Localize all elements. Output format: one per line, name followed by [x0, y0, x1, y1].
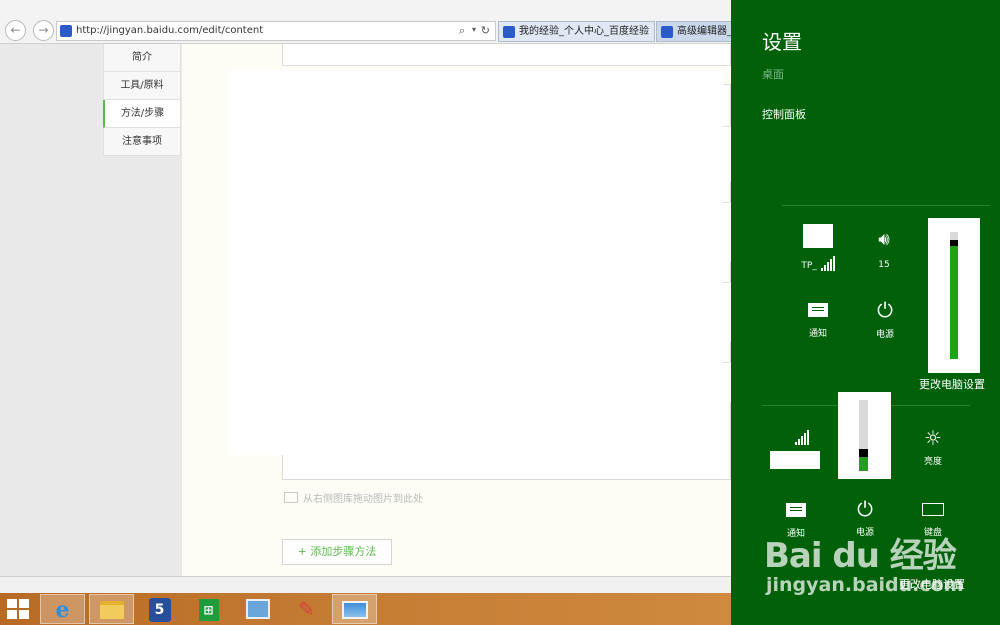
brightness-icon: ☼: [924, 426, 942, 450]
panel-edge-mark: [723, 126, 731, 182]
volume-slider-thumb[interactable]: [859, 449, 868, 457]
volume-slider[interactable]: [928, 218, 980, 373]
internet-explorer-icon: e: [55, 597, 70, 623]
taskbar-app-5[interactable]: 5: [137, 594, 182, 624]
taskbar: e 5 ⊞ ✎: [0, 593, 731, 625]
network-name-box: [770, 451, 820, 469]
address-url: http://jingyan.baidu.com/edit/content: [76, 25, 264, 36]
paint-icon: ✎: [298, 597, 315, 621]
intro-editor-box[interactable]: [282, 44, 731, 66]
taskbar-paint[interactable]: ✎: [284, 594, 329, 624]
volume-slider-thumb[interactable]: [950, 240, 958, 246]
photo-viewer-icon: [341, 601, 368, 619]
network-tile-2[interactable]: [769, 430, 821, 469]
notifications-label: 通知: [808, 329, 827, 339]
power-icon: ⏻: [857, 497, 873, 521]
baidu-jingyan-logo: Bai du 经验: [764, 536, 957, 576]
notifications-tile[interactable]: 通知: [797, 303, 839, 339]
address-bar[interactable]: http://jingyan.baidu.com/edit/content ⌕ …: [56, 21, 496, 41]
tab-my-experience[interactable]: 我的经验_个人中心_百度经验: [498, 21, 655, 42]
side-nav: 简介 工具/原料 方法/步骤 注意事项: [103, 44, 181, 156]
windows-start-icon[interactable]: [7, 599, 29, 619]
notifications-icon: [786, 503, 806, 517]
folder-icon: [99, 601, 124, 619]
favicon-icon: [503, 26, 515, 38]
taskbar-explorer[interactable]: [89, 594, 134, 624]
brightness-label: 亮度: [923, 457, 942, 467]
brightness-tile[interactable]: ☼ 亮度: [911, 427, 955, 467]
side-nav-item-steps[interactable]: 方法/步骤: [103, 100, 181, 128]
side-nav-item-notes[interactable]: 注意事项: [103, 128, 181, 156]
notifications-icon: [808, 303, 828, 317]
browser-toolbar: ← → http://jingyan.baidu.com/edit/conten…: [0, 0, 731, 44]
baidu-watermark: Bai du 经验 jingyan.baidu.com: [764, 528, 964, 604]
divider: [782, 205, 990, 206]
volume-slider-fill: [950, 242, 958, 359]
add-step-button[interactable]: + 添加步骤方法: [282, 539, 392, 565]
panel-edge-mark: [723, 202, 731, 262]
taskbar-ie[interactable]: e: [40, 594, 85, 624]
signal-bars-icon: [769, 430, 821, 445]
arrow-right-icon: →: [38, 23, 49, 37]
favicon-icon: [60, 25, 72, 37]
taskbar-store[interactable]: ⊞: [186, 594, 231, 624]
power-label: 电源: [875, 330, 894, 340]
power-tile[interactable]: ⏻ 电源: [865, 299, 905, 340]
charm-title: 设置: [762, 30, 802, 54]
image-icon: [284, 492, 298, 503]
side-nav-item-tools[interactable]: 工具/原料: [103, 72, 181, 100]
side-nav-item-intro[interactable]: 简介: [103, 44, 181, 72]
refresh-icon[interactable]: ↻: [481, 24, 490, 37]
forward-button[interactable]: →: [33, 20, 54, 41]
image-overlay-panel: [228, 71, 724, 455]
signal-bars-icon: [820, 256, 835, 271]
tab-title: 我的经验_个人中心_百度经验: [519, 26, 649, 37]
panel-edge-mark: [723, 282, 731, 342]
app-5-icon: 5: [148, 598, 171, 622]
watermark-url: jingyan.baidu.com: [766, 574, 964, 596]
store-icon: ⊞: [198, 599, 219, 621]
volume-slider-2[interactable]: [838, 392, 891, 479]
drag-hint-text: 从右侧图库拖动图片到此处: [303, 494, 423, 505]
keyboard-icon: [922, 503, 944, 516]
tab-advanced-editor[interactable]: 高级编辑器_百: [656, 21, 731, 42]
drag-image-hint: 从右侧图库拖动图片到此处: [284, 490, 423, 505]
tab-title: 高级编辑器_百: [677, 26, 731, 37]
charm-desktop-label: 桌面: [762, 68, 784, 81]
network-icon: [803, 224, 833, 248]
page-content: 简介 工具/原料 方法/步骤 注意事项 从右侧图库拖动图片到此处 + 添加步骤方…: [0, 44, 731, 576]
chevron-down-icon[interactable]: ▾: [472, 25, 476, 34]
volume-tile[interactable]: 🔊︎ 15: [861, 229, 907, 270]
taskbar-remote-desktop[interactable]: [235, 594, 280, 624]
volume-value: 15: [878, 260, 890, 270]
arrow-left-icon: ←: [10, 23, 21, 37]
favicon-icon: [661, 26, 673, 38]
control-panel-link[interactable]: 控制面板: [762, 106, 806, 122]
remote-desktop-icon: [245, 599, 270, 619]
back-button[interactable]: ←: [5, 20, 26, 41]
status-bar: [0, 576, 731, 593]
change-pc-settings-link[interactable]: 更改电脑设置: [919, 376, 985, 392]
power-icon: ⏻: [877, 298, 893, 322]
panel-edge-mark: [723, 362, 731, 402]
taskbar-photos[interactable]: [332, 594, 377, 624]
speaker-icon: 🔊︎: [878, 229, 890, 250]
search-icon[interactable]: ⌕: [459, 24, 465, 38]
network-label: TP_: [801, 261, 817, 271]
network-tile[interactable]: TP_: [791, 224, 845, 271]
